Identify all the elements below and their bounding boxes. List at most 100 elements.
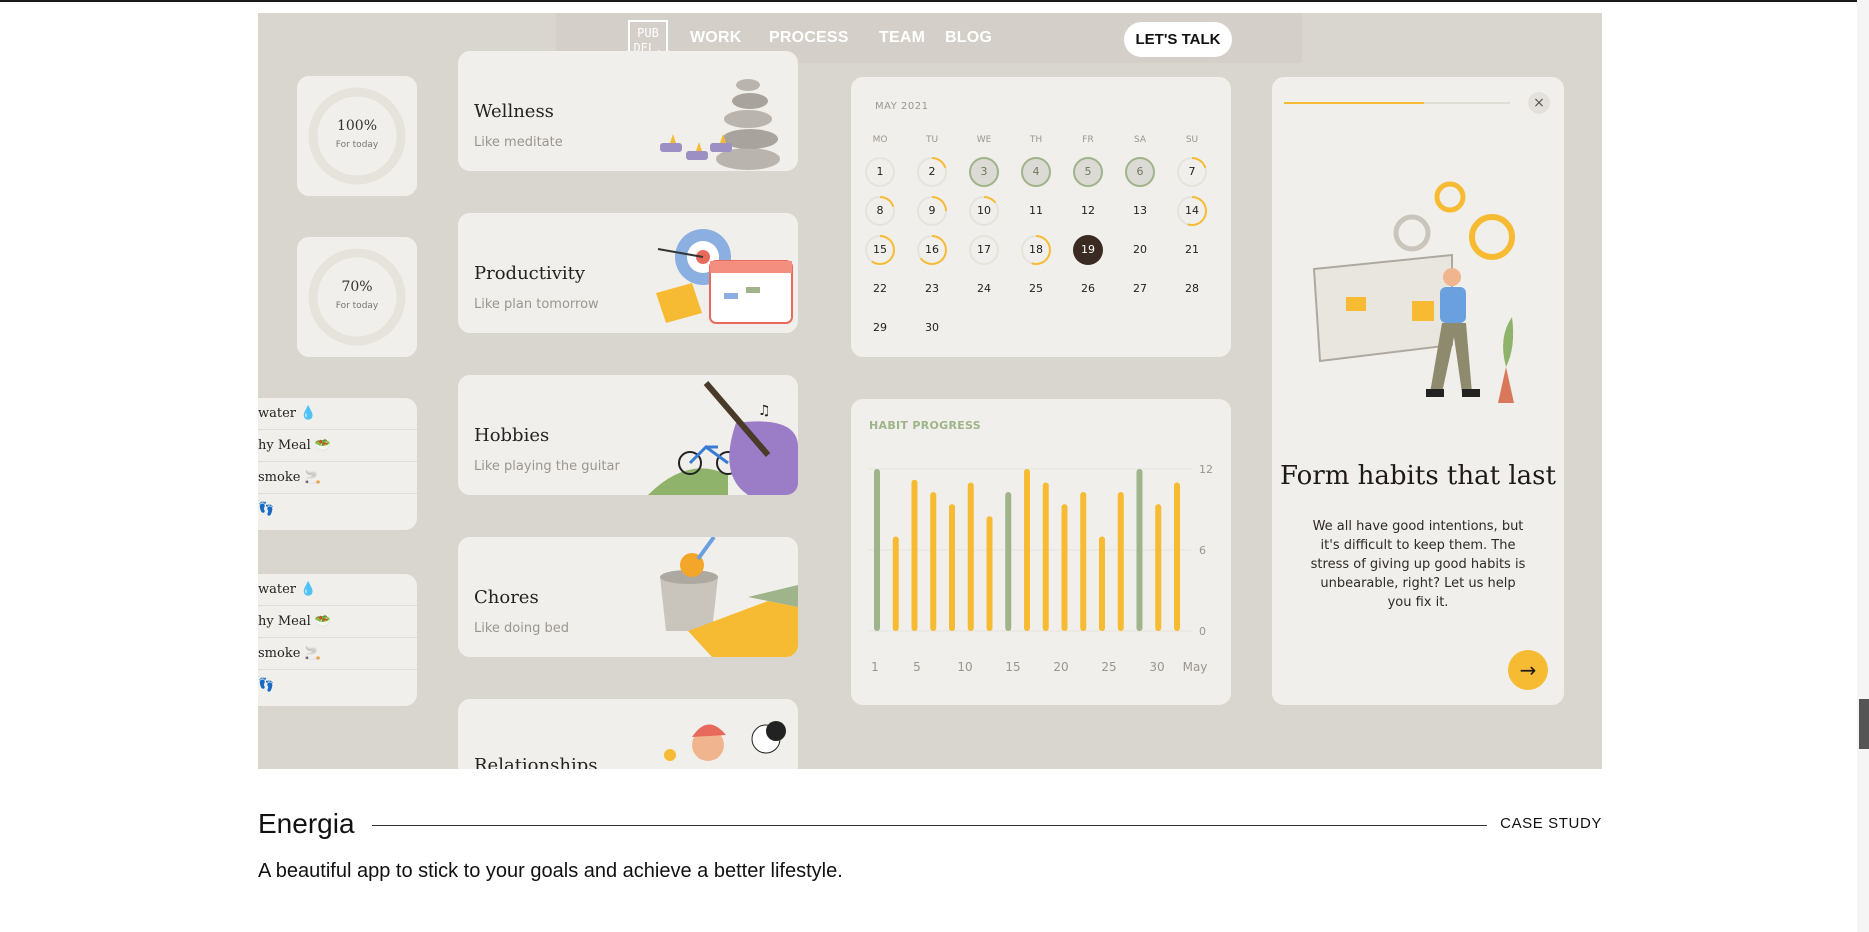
calendar-day[interactable]: 9 [917,196,947,226]
habit-row: 👣 [258,502,275,517]
progress-ring-icon [308,248,406,346]
calendar-day-number: 16 [919,237,945,263]
ring-percent: 70% [341,279,373,295]
x-tick-label: 5 [913,660,921,674]
weekday-label: SU [1185,135,1199,145]
close-icon[interactable]: × [1528,92,1550,114]
x-tick-label: 1 [871,660,879,674]
x-tick-label: 15 [1005,660,1020,674]
case-study-label[interactable]: CASE STUDY [1500,815,1602,832]
stones-candles-icon [660,79,780,170]
habit-row: hy Meal 🥗 [258,606,417,638]
nav-blog-link[interactable]: BLOG [945,29,992,47]
bucket-bed-icon [660,537,798,657]
calendar-day[interactable]: 13 [1125,196,1155,226]
weekday-label: MO [872,135,888,145]
calendar-day-number: 17 [971,237,997,263]
calendar-day[interactable]: 12 [1073,196,1103,226]
calendar-day-number: 15 [867,237,893,263]
progress-bar [1061,504,1068,631]
calendar-day[interactable]: 15 [865,235,895,265]
project-tagline: A beautiful app to stick to your goals a… [258,860,843,882]
nav-process-link[interactable]: PROCESS [769,29,849,47]
progress-bar [874,469,880,631]
daily-progress-ring-70: 70% For today [297,237,417,357]
progress-bar [1024,469,1030,631]
progress-bar [986,516,993,631]
progress-bar [1042,482,1049,631]
category-title: Hobbies [474,425,550,446]
calendar-day[interactable]: 10 [969,196,999,226]
calendar-day-number: 9 [919,198,945,224]
divider [372,825,1487,826]
calendar-day[interactable]: 19 [1073,235,1103,265]
calendar-day[interactable]: 3 [969,157,999,187]
calendar-day[interactable]: 16 [917,235,947,265]
progress-bar [1136,469,1143,631]
daily-progress-ring-100: 100% For today [297,76,417,196]
weekday-label: TH [1029,135,1043,145]
calendar-day[interactable]: 6 [1125,157,1155,187]
calendar-day[interactable]: 7 [1177,157,1207,187]
page-scrollbar[interactable] [1857,0,1869,932]
habit-row: water 💧 [258,398,417,430]
category-desc: Like doing bed [474,621,569,636]
next-arrow-icon[interactable]: → [1508,650,1548,690]
calendar-day[interactable]: 29 [865,313,895,343]
calendar-day[interactable]: 11 [1021,196,1051,226]
progress-bar [892,536,899,631]
weekday-label: TU [925,135,939,145]
calendar-day-number: 8 [867,198,893,224]
ring-label: For today [335,301,379,311]
calendar-day[interactable]: 30 [917,313,947,343]
calendar-day[interactable]: 26 [1073,274,1103,304]
calendar-day[interactable]: 20 [1125,235,1155,265]
calendar-day[interactable]: 28 [1177,274,1207,304]
onboarding-progress-fill [1284,102,1425,104]
calendar-day[interactable]: 14 [1177,196,1207,226]
calendar-day[interactable]: 4 [1021,157,1051,187]
calendar-day[interactable]: 27 [1125,274,1155,304]
calendar-day[interactable]: 22 [865,274,895,304]
calendar-day-number: 10 [971,198,997,224]
scrollbar-thumb[interactable] [1859,699,1869,749]
calendar-day[interactable]: 21 [1177,235,1207,265]
category-card-wellness: Wellness Like meditate [458,51,798,171]
progress-bar [1174,482,1180,631]
habit-illustration-icon [1312,181,1515,403]
y-tick-label: 6 [1199,544,1206,557]
calendar-day[interactable]: 1 [865,157,895,187]
calendar-day-number: 2 [919,159,945,185]
calendar-day[interactable]: 8 [865,196,895,226]
weekday-label: FR [1082,135,1094,145]
calendar-day[interactable]: 24 [969,274,999,304]
category-card-hobbies: Hobbies Like playing the guitar ♫ [458,375,798,495]
x-tick-label: 25 [1101,660,1116,674]
weekday-label: WE [976,135,992,145]
x-tick-label: 30 [1149,660,1164,674]
calendar-month: MAY 2021 [875,101,929,112]
lets-talk-button[interactable]: LET'S TALK [1124,22,1232,57]
habit-list-card: water 💧 hy Meal 🥗 smoke 🚬 👣 [258,574,417,706]
calendar-day[interactable]: 5 [1073,157,1103,187]
calendar-day[interactable]: 2 [917,157,947,187]
nav-work-link[interactable]: WORK [690,29,741,47]
nav-team-link[interactable]: TEAM [879,29,925,47]
calendar-day[interactable]: 17 [969,235,999,265]
project-hero-image[interactable]: PUB DEL. WORK PROCESS TEAM BLOG LET'S TAL… [258,13,1602,769]
ring-percent: 100% [336,118,378,134]
onboarding-card: × Form habits that last We all have good… [1272,77,1564,705]
progress-bar [949,504,955,631]
calendar-day[interactable]: 23 [917,274,947,304]
progress-bar [1080,491,1087,631]
calendar-day-number: 1 [867,159,893,185]
project-name[interactable]: Energia [258,808,355,840]
calendar-day[interactable]: 18 [1021,235,1051,265]
progress-bar [911,479,918,631]
category-desc: Like plan tomorrow [474,297,599,312]
progress-bar [1099,536,1105,631]
calendar-day[interactable]: 25 [1021,274,1051,304]
progress-bar [1005,491,1012,631]
progress-bar [930,491,937,631]
progress-ring-icon [308,87,406,185]
